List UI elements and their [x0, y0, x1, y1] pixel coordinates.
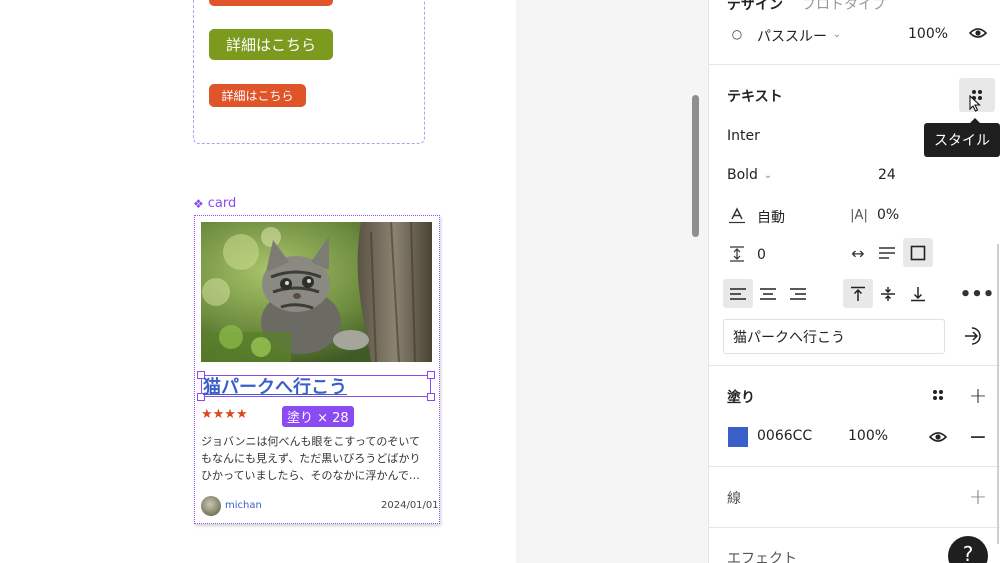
divider — [708, 527, 1000, 528]
align-right-icon[interactable] — [784, 279, 812, 308]
line-height-value[interactable]: 自動 — [757, 207, 785, 227]
font-weight-value[interactable]: Bold — [727, 167, 758, 183]
button-variant-small[interactable]: 詳細はこちら — [209, 84, 306, 107]
fixed-size-icon[interactable] — [903, 238, 933, 267]
kitten-photo — [201, 222, 432, 362]
body-line: ひかっていましたら、そのなかに浮かんで… — [201, 469, 420, 482]
add-stroke-icon[interactable]: + — [966, 485, 990, 510]
effect-section-title: エフェクト — [727, 551, 797, 563]
paragraph-spacing-value[interactable]: 0 — [757, 247, 766, 263]
layer-opacity[interactable]: 100% — [908, 26, 948, 42]
fill-hex-value[interactable]: 0066CC — [757, 428, 812, 444]
auto-width-icon[interactable]: ↔ — [846, 242, 870, 264]
align-middle-icon[interactable] — [874, 279, 902, 308]
fill-color-swatch[interactable] — [728, 427, 748, 447]
chevron-down-icon[interactable]: ⌄ — [831, 28, 843, 40]
align-left-icon[interactable] — [723, 279, 753, 308]
divider — [708, 64, 1000, 65]
component-label[interactable]: ❖ card — [193, 196, 236, 211]
canvas-gutter — [516, 0, 708, 563]
button-variant-top[interactable] — [209, 0, 333, 6]
letter-spacing-value[interactable]: 0% — [877, 207, 899, 223]
author-name: michan — [225, 500, 262, 511]
line-height-icon — [727, 205, 747, 225]
resize-handle-bottom-right[interactable] — [427, 393, 435, 401]
card-body-text[interactable]: ジョバンニは何べんも眼をこすってのぞいて もなんにも見えず、ただ黒いびろうどばか… — [201, 433, 433, 484]
resize-handle-top-right[interactable] — [427, 371, 435, 379]
button-variants-frame[interactable] — [193, 0, 425, 144]
text-content-input[interactable]: 猫パークへ行こう — [723, 319, 945, 354]
card-image[interactable] — [201, 222, 432, 362]
fill-opacity-value[interactable]: 100% — [848, 428, 888, 444]
align-top-icon[interactable] — [843, 279, 873, 308]
card-title[interactable]: 猫パークへ行こう — [203, 373, 347, 399]
author-avatar — [201, 496, 221, 516]
panel-scrollbar[interactable] — [997, 244, 999, 544]
fill-section-title: 塗り — [727, 390, 755, 406]
style-tooltip: スタイル — [924, 118, 1000, 157]
body-line: ジョバンニは何べんも眼をこすってのぞいて — [201, 435, 421, 448]
divider — [708, 365, 1000, 366]
tab-prototype[interactable]: プロトタイプ — [802, 0, 886, 14]
body-line: もなんにも見えず、ただ黒いびろうどばかり — [201, 452, 421, 465]
remove-fill-icon[interactable]: − — [968, 425, 988, 450]
divider — [708, 466, 1000, 467]
stroke-section-title: 線 — [727, 491, 741, 507]
eye-icon[interactable] — [928, 429, 948, 445]
blend-mode-value[interactable]: パススルー — [757, 26, 827, 46]
cursor-icon — [968, 95, 982, 113]
eye-icon[interactable] — [968, 25, 988, 41]
component-icon: ❖ — [193, 196, 204, 211]
letter-spacing-icon: |A| — [850, 207, 868, 223]
font-size-value[interactable]: 24 — [878, 167, 896, 183]
post-date: 2024/01/01 — [381, 500, 439, 511]
rating-stars: ★★★★ — [201, 407, 248, 422]
button-variant-green[interactable]: 詳細はこちら — [209, 29, 333, 60]
canvas-scrollbar[interactable] — [692, 95, 699, 237]
align-bottom-icon[interactable] — [904, 279, 932, 308]
fill-count-badge: 塗り × 28 — [282, 406, 354, 427]
more-options-icon[interactable]: ••• — [960, 284, 995, 305]
align-center-icon[interactable] — [754, 279, 782, 308]
component-name: card — [207, 196, 237, 211]
apply-variable-icon[interactable] — [961, 323, 987, 349]
blend-mode-icon: ○ — [731, 27, 743, 41]
add-fill-icon[interactable]: + — [966, 384, 990, 409]
text-section-title: テキスト — [727, 89, 783, 105]
paragraph-spacing-icon — [727, 244, 747, 264]
chevron-down-icon[interactable]: ⌄ — [762, 169, 774, 181]
tab-design[interactable]: デザイン — [727, 0, 783, 14]
font-family-value[interactable]: Inter — [727, 128, 760, 144]
auto-height-icon[interactable] — [874, 242, 900, 264]
fill-styles-icon[interactable] — [928, 385, 948, 405]
